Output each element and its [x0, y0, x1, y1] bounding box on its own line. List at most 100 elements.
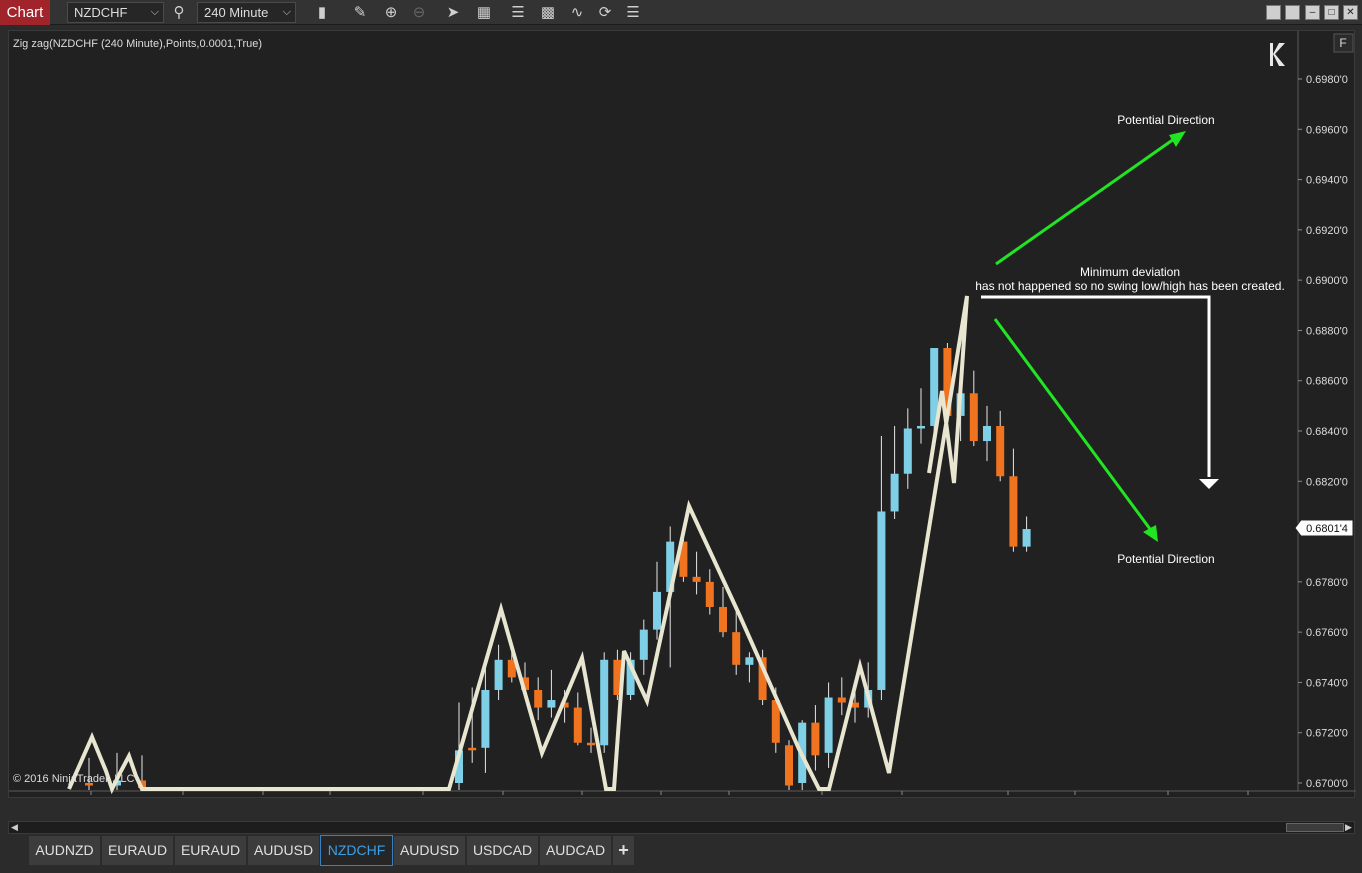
tab-audusd-2[interactable]: AUDUSD	[393, 835, 466, 866]
price-tick-label: 0.6860'0	[1306, 376, 1348, 388]
f-button[interactable]: F	[1333, 33, 1354, 53]
scroll-left-icon[interactable]: ◀	[9, 822, 20, 833]
copyright-label: © 2016 NinjaTrader, LLC	[13, 773, 134, 785]
instrument-selector[interactable]: NZDCHF ⌵	[67, 2, 164, 23]
price-tick-label: 0.6740'0	[1306, 677, 1348, 689]
interval-value: 240 Minute	[204, 5, 269, 20]
up-direction-arrowhead-icon	[1169, 131, 1186, 147]
instrument-tabs: AUDNZD EURAUD EURAUD AUDUSD NZDCHF AUDUS…	[0, 834, 1362, 873]
candle-body-up	[481, 689, 490, 748]
candle-body-down	[692, 576, 701, 582]
chart-panel[interactable]: 0.6980'0 0.6960'0 0.6940'0 0.6920'0 0.6900'0…	[8, 30, 1356, 799]
up-direction-label: Potential Direction	[1117, 113, 1214, 127]
candle-body-up	[1022, 529, 1031, 547]
price-tick-label: 0.6720'0	[1306, 728, 1348, 740]
candlesticks	[85, 343, 1031, 790]
annotations: Potential Direction Potential Direction …	[975, 113, 1285, 566]
minimize-button[interactable]: –	[1305, 5, 1320, 20]
pending-arrowhead-icon	[1199, 479, 1219, 489]
tab-audcad[interactable]: AUDCAD	[539, 835, 612, 866]
candle-body-down	[785, 745, 793, 786]
pencil-icon[interactable]: ✎	[349, 2, 371, 23]
price-tick-label: 0.6920'0	[1306, 225, 1348, 237]
time-axis: 25 May26 May27 May29 May31 May1 Jun2 Jun…	[90, 791, 1249, 795]
tab-audnzd[interactable]: AUDNZD	[28, 835, 101, 866]
tab-euraud-2[interactable]: EURAUD	[174, 835, 247, 866]
price-chart[interactable]: 0.6980'0 0.6960'0 0.6940'0 0.6920'0 0.6900'0…	[9, 31, 1356, 799]
candle-body-up	[877, 511, 886, 690]
deviation-note-line2: has not happened so no swing low/high ha…	[975, 279, 1285, 293]
tab-usdcad[interactable]: USDCAD	[466, 835, 539, 866]
candle-body-up	[917, 425, 925, 429]
candle-body-down	[705, 581, 714, 607]
candle-body-up	[824, 697, 833, 753]
indicator-label: Zig zag(NZDCHF (240 Minute),Points,0.000…	[13, 38, 262, 50]
candle-body-down	[837, 697, 846, 703]
bar-type-icon[interactable]: ▮	[311, 2, 333, 23]
scale-justify-icon[interactable]	[1270, 43, 1285, 66]
chevron-down-icon: ⌵	[150, 6, 159, 18]
scrollbar-thumb[interactable]	[1286, 823, 1344, 832]
search-icon[interactable]: ⚲	[168, 2, 190, 23]
chart-menu-button[interactable]: Chart	[0, 0, 50, 25]
drawing-tools-icon[interactable]: ∿	[566, 2, 588, 23]
chart-horizontal-scrollbar[interactable]: ◀ ▶	[8, 821, 1355, 834]
price-tick-label: 0.6820'0	[1306, 476, 1348, 488]
candle-body-down	[811, 722, 820, 756]
current-price-marker: 0.6801'4	[1294, 519, 1354, 537]
data-box-icon[interactable]: ▦	[473, 2, 495, 23]
candle-body-up	[600, 659, 609, 746]
price-tick-label: 0.6980'0	[1306, 74, 1348, 86]
deviation-note-line1: Minimum deviation	[1080, 265, 1180, 279]
chart-toolbar: Chart NZDCHF ⌵ ⚲ 240 Minute ⌵ ▮ ✎ ⊕ ⊖ ➤ …	[0, 0, 1362, 25]
candle-body-down	[468, 747, 477, 751]
tab-nzdchf[interactable]: NZDCHF	[320, 835, 393, 866]
pointer-icon[interactable]: ➤	[442, 2, 464, 23]
down-direction-arrow-line	[993, 318, 1152, 530]
price-tick-label: 0.6700'0	[1306, 778, 1348, 790]
f-button-label: F	[1339, 36, 1346, 50]
ninjatrader-chart-window: Chart NZDCHF ⌵ ⚲ 240 Minute ⌵ ▮ ✎ ⊕ ⊖ ➤ …	[0, 0, 1362, 873]
current-price-label: 0.6801'4	[1306, 523, 1348, 535]
maximize-button[interactable]: □	[1324, 5, 1339, 20]
zoom-in-icon[interactable]: ⊕	[380, 2, 402, 23]
pending-arrow-line	[981, 295, 1211, 477]
candle-body-down	[969, 393, 978, 442]
scroll-right-icon[interactable]: ▶	[1343, 822, 1354, 833]
price-tick-label: 0.6780'0	[1306, 577, 1348, 589]
candle-body-down	[1009, 476, 1018, 547]
close-button[interactable]: ✕	[1343, 5, 1358, 20]
candle-body-up	[547, 700, 556, 708]
indicators-icon[interactable]: ▩	[537, 2, 559, 23]
candle-body-up	[639, 629, 648, 660]
price-axis: 0.6980'0 0.6960'0 0.6940'0 0.6920'0 0.6900'0…	[1298, 74, 1348, 790]
tab-audusd[interactable]: AUDUSD	[247, 835, 320, 866]
down-direction-label: Potential Direction	[1117, 552, 1214, 566]
instrument-value: NZDCHF	[74, 5, 128, 20]
price-tick-label: 0.6960'0	[1306, 124, 1348, 136]
candle-body-up	[983, 425, 991, 442]
candle-body-up	[903, 428, 912, 474]
price-tick-label: 0.6760'0	[1306, 627, 1348, 639]
chevron-down-icon: ⌵	[282, 6, 291, 18]
candle-body-up	[494, 659, 503, 690]
add-tab-button[interactable]: +	[612, 835, 635, 866]
restore-window-button[interactable]	[1285, 5, 1300, 20]
candle-body-down	[534, 689, 543, 708]
minimize-window-button[interactable]	[1266, 5, 1281, 20]
candle-body-down	[573, 707, 582, 743]
properties-icon[interactable]: ☰	[622, 2, 644, 23]
interval-selector[interactable]: 240 Minute ⌵	[197, 2, 296, 23]
candle-body-up	[653, 591, 661, 630]
tab-euraud[interactable]: EURAUD	[101, 835, 174, 866]
price-tick-label: 0.6880'0	[1306, 325, 1348, 337]
candle-body-down	[732, 632, 741, 665]
candle-body-down	[996, 425, 1005, 477]
zoom-out-icon[interactable]: ⊖	[408, 2, 430, 23]
candle-body-down	[719, 607, 727, 633]
candle-body-up	[745, 657, 754, 665]
strategy-icon[interactable]: ☰	[507, 2, 529, 23]
refresh-icon[interactable]: ⟳	[594, 2, 616, 23]
candle-body-down	[587, 742, 595, 746]
price-tick-label: 0.6900'0	[1306, 275, 1348, 287]
